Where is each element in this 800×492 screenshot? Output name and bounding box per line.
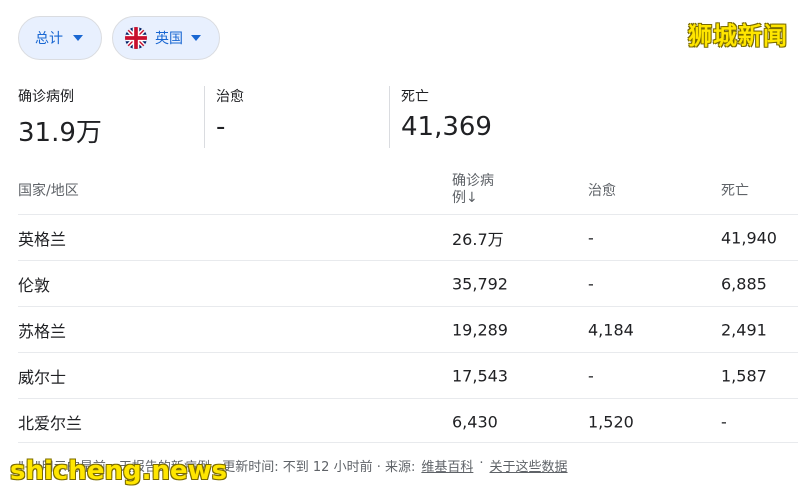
region-filter-label: 英国: [155, 31, 183, 47]
scope-filter-chip[interactable]: 总计: [18, 16, 102, 60]
table-row[interactable]: 苏格兰 19,289 4,184 2,491: [18, 306, 798, 352]
stat-divider: [389, 86, 390, 148]
header-confirmed[interactable]: 确诊病 例↓: [452, 173, 494, 207]
footer-divider: [18, 442, 798, 443]
table-row[interactable]: 伦敦 35,792 - 6,885: [18, 260, 798, 306]
stat-value: 31.9万: [18, 118, 102, 148]
watermark-bottom: shicheng.news: [10, 456, 228, 486]
cell-region: 北爱尔兰: [18, 413, 83, 433]
cell-region: 伦敦: [18, 275, 51, 295]
stat-label: 死亡: [401, 89, 429, 105]
stat-confirmed: 确诊病例 31.9万: [18, 86, 102, 149]
cell-deaths: 41,940: [721, 228, 777, 247]
stat-divider: [204, 86, 205, 148]
cell-confirmed: 19,289: [452, 320, 508, 339]
cell-confirmed: 26.7万: [452, 229, 504, 249]
about-data-link[interactable]: 关于这些数据: [490, 456, 568, 475]
cell-deaths: 6,885: [721, 274, 767, 293]
cell-recovered: -: [588, 274, 594, 293]
cell-deaths: 2,491: [721, 320, 767, 339]
region-filter-chip[interactable]: 英国: [112, 16, 220, 60]
table-row[interactable]: 威尔士 17,543 - 1,587: [18, 352, 798, 398]
uk-flag-icon: [125, 27, 147, 49]
stat-label: 确诊病例: [18, 89, 74, 105]
caret-down-icon: [73, 35, 83, 41]
cell-recovered: -: [588, 366, 594, 385]
cell-recovered: 4,184: [588, 320, 634, 339]
source-link[interactable]: 维基百科: [421, 456, 473, 475]
cell-confirmed: 6,430: [452, 412, 498, 431]
caret-down-icon: [191, 35, 201, 41]
scope-filter-label: 总计: [35, 31, 63, 47]
cell-confirmed: 17,543: [452, 366, 508, 385]
cell-deaths: 1,587: [721, 366, 767, 385]
cell-region: 英格兰: [18, 229, 67, 249]
header-deaths[interactable]: 死亡: [721, 180, 749, 200]
cell-region: 苏格兰: [18, 321, 67, 341]
footer-separator: ·: [479, 456, 484, 471]
watermark-top: 狮城新闻: [688, 22, 788, 50]
cell-confirmed: 35,792: [452, 274, 508, 293]
stat-value: -: [216, 112, 226, 142]
stat-label: 治愈: [216, 89, 244, 105]
stat-value: 41,369: [401, 112, 492, 142]
stat-deaths: 死亡 41,369: [401, 86, 492, 142]
stat-recovered: 治愈 -: [216, 86, 244, 142]
cell-recovered: -: [588, 228, 594, 247]
cell-region: 威尔士: [18, 367, 67, 387]
header-region[interactable]: 国家/地区: [18, 180, 79, 200]
table-header-row: 国家/地区 确诊病 例↓ 治愈 死亡: [18, 166, 798, 214]
header-recovered[interactable]: 治愈: [588, 180, 616, 200]
cell-recovered: 1,520: [588, 412, 634, 431]
table-row[interactable]: 英格兰 26.7万 - 41,940: [18, 214, 798, 260]
region-table: 国家/地区 确诊病 例↓ 治愈 死亡 英格兰 26.7万 - 41,940 伦敦…: [18, 166, 798, 444]
cell-deaths: -: [721, 412, 727, 431]
table-row[interactable]: 北爱尔兰 6,430 1,520 -: [18, 398, 798, 444]
